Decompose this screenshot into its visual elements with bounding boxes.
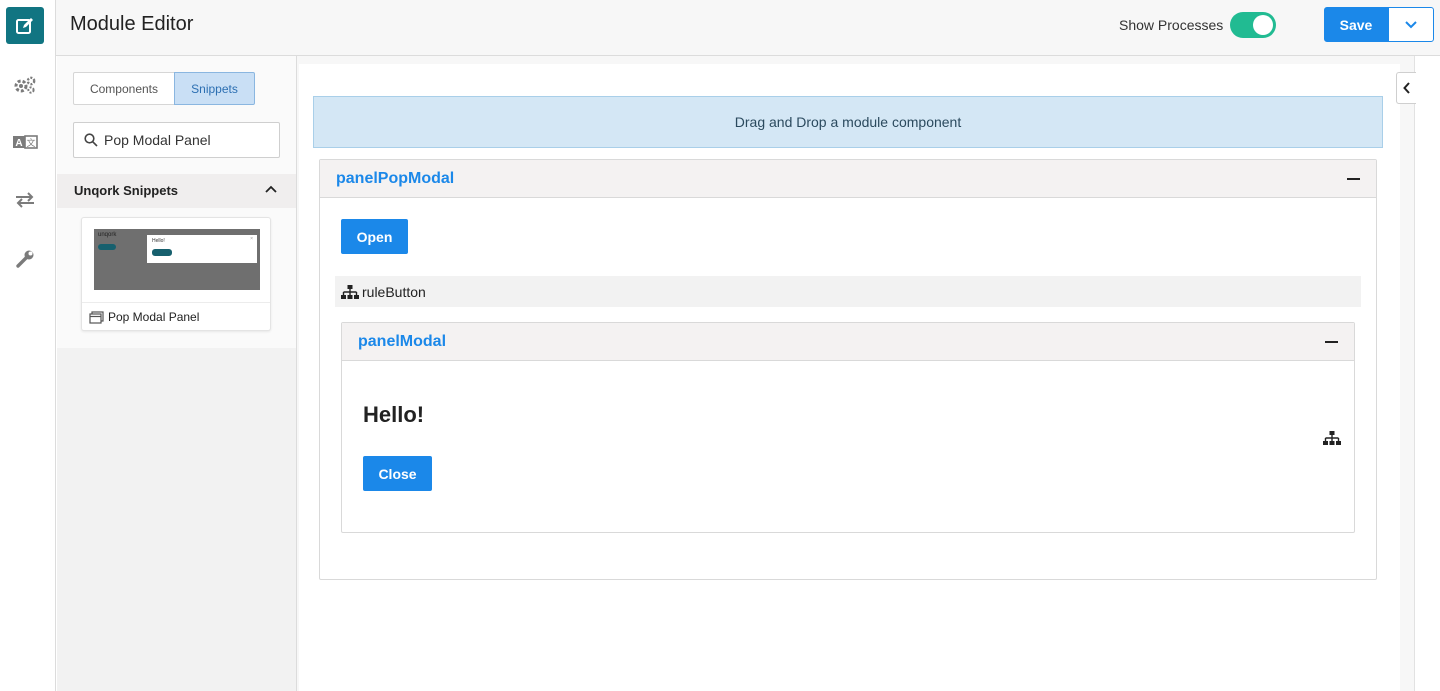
open-button[interactable]: Open: [341, 219, 408, 254]
snippet-thumbnail: unqork Hello! ×: [94, 229, 260, 290]
hello-heading: Hello!: [363, 402, 425, 427]
tab-components[interactable]: Components: [73, 72, 175, 105]
thumb-close-button: [152, 249, 172, 256]
thumb-open-button: [98, 244, 116, 250]
dropzone[interactable]: Drag and Drop a module component: [313, 96, 1383, 148]
window-icon: [89, 311, 104, 324]
chevron-left-icon: [1402, 82, 1410, 94]
svg-text:A: A: [15, 138, 22, 149]
snippet-card-footer: Pop Modal Panel: [82, 302, 270, 330]
thumb-modal: Hello! ×: [147, 235, 257, 263]
search-icon: [84, 133, 98, 147]
tab-snippets[interactable]: Snippets: [174, 72, 255, 105]
search-input[interactable]: [104, 123, 274, 157]
sitemap-icon[interactable]: [1323, 431, 1341, 445]
wrench-icon[interactable]: [10, 246, 40, 272]
save-options-button[interactable]: [1388, 7, 1434, 42]
gears-icon[interactable]: [10, 72, 40, 98]
show-processes-label: Show Processes: [1119, 17, 1224, 33]
sidebar-panel: Components Snippets Unqork Snippets unqo…: [57, 56, 296, 348]
show-processes-toggle[interactable]: [1230, 12, 1276, 38]
snippets-section-header[interactable]: Unqork Snippets: [57, 174, 296, 208]
panel-modal[interactable]: panelModal: [341, 322, 1355, 533]
component-sidebar: Components Snippets Unqork Snippets unqo…: [57, 56, 297, 691]
thumb-close-x: ×: [250, 236, 253, 242]
thumb-hello: Hello!: [152, 238, 165, 244]
page-title: Module Editor: [70, 13, 194, 35]
right-panel-edge: [1414, 56, 1440, 691]
top-header: Module Editor Show Processes Save: [56, 0, 1440, 56]
snippet-label: Pop Modal Panel: [108, 310, 200, 324]
collapse-minus-icon[interactable]: [1347, 178, 1360, 180]
edit-icon[interactable]: [6, 7, 44, 44]
translate-icon[interactable]: A 文: [10, 129, 40, 155]
svg-text:文: 文: [26, 137, 35, 148]
collapse-panel-button[interactable]: [1396, 72, 1416, 104]
toggle-knob: [1253, 15, 1273, 35]
close-button[interactable]: Close: [363, 456, 432, 491]
sitemap-icon: [341, 285, 359, 299]
panel-header: panelModal: [342, 323, 1354, 361]
panel-title[interactable]: panelModal: [358, 333, 446, 351]
rule-button-label: ruleButton: [362, 284, 426, 300]
chevron-down-icon: [1405, 21, 1417, 29]
save-button[interactable]: Save: [1324, 7, 1388, 42]
panel-title[interactable]: panelPopModal: [336, 170, 454, 188]
rule-button-row[interactable]: ruleButton: [335, 276, 1361, 307]
search-box: [73, 122, 280, 158]
chevron-up-icon: [265, 185, 277, 193]
snippet-card[interactable]: unqork Hello! × Pop Modal Panel: [81, 217, 271, 331]
thumb-brand: unqork: [98, 232, 117, 238]
collapse-minus-icon[interactable]: [1325, 341, 1338, 343]
icon-rail: A 文: [0, 0, 56, 691]
section-title: Unqork Snippets: [74, 183, 179, 198]
transfer-arrows-icon[interactable]: [10, 187, 40, 213]
panel-header: panelPopModal: [320, 160, 1376, 198]
